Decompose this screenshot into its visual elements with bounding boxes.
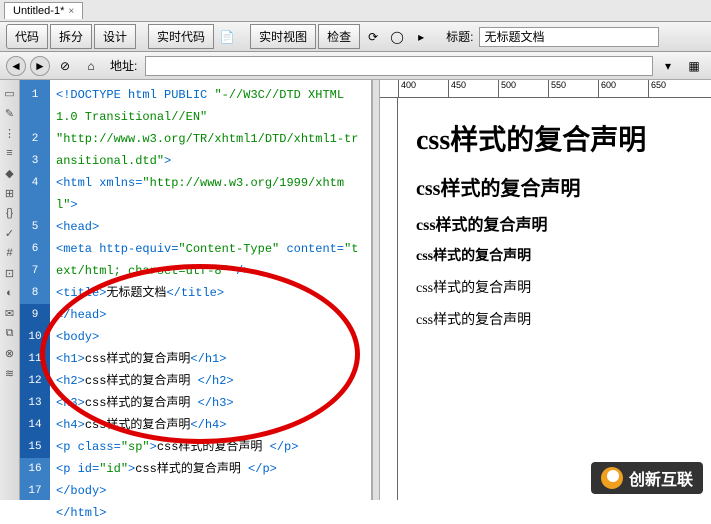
tool-icon[interactable]: ▭ <box>1 84 19 102</box>
document-tab[interactable]: Untitled-1* × <box>4 2 83 19</box>
tool-icon[interactable]: ✉ <box>1 304 19 322</box>
tool-icon[interactable]: ⧉ <box>1 324 19 342</box>
preview-h1: css样式的复合声明 <box>416 118 693 158</box>
main-split: ▭ ✎ ⋮ ≡ ◆ ⊞ {} ✓ # ⊡ ◐ ✉ ⧉ ⊗ ≋ 1 2 3 4 5… <box>0 80 711 500</box>
home-icon[interactable]: ⌂ <box>80 55 102 77</box>
watermark: 创新互联 <box>591 462 703 494</box>
grid-icon[interactable]: ▦ <box>683 55 705 77</box>
tool-icon[interactable]: ✓ <box>1 224 19 242</box>
address-toolbar: ◄ ► ⊘ ⌂ 地址: ▾ ▦ <box>0 52 711 80</box>
refresh-icon[interactable]: ⟳ <box>362 26 384 48</box>
code-pane[interactable]: 1 2 3 4 5 6 7 8 9 10 11 12 13 14 15 16 1… <box>20 80 372 500</box>
inspect-button[interactable]: 检查 <box>318 24 360 49</box>
tool-icon[interactable]: ⋮ <box>1 124 19 142</box>
tool-icon[interactable]: ◆ <box>1 164 19 182</box>
view-toolbar: 代码 拆分 设计 实时代码 📄 实时视图 检查 ⟳ ◯ ▸ 标题: <box>0 22 711 52</box>
preview-h4: css样式的复合声明 <box>416 245 693 265</box>
splitter[interactable] <box>372 80 380 500</box>
tool-icon[interactable]: # <box>1 244 19 262</box>
tool-icon[interactable]: {} <box>1 204 19 222</box>
preview-p2: css样式的复合声明 <box>416 309 693 329</box>
forward-icon[interactable]: ► <box>30 56 50 76</box>
tool-icon[interactable]: ⊡ <box>1 264 19 282</box>
preview-pane: 400 450 500 550 600 650 css样式的复合声明 css样式… <box>380 80 711 500</box>
address-label: 地址: <box>110 57 137 74</box>
code-view-button[interactable]: 代码 <box>6 24 48 49</box>
tool-icon[interactable]: ⊞ <box>1 184 19 202</box>
document-icon[interactable]: 📄 <box>216 26 238 48</box>
preview-h2: css样式的复合声明 <box>416 172 693 201</box>
ruler-horizontal: 400 450 500 550 600 650 <box>380 80 711 98</box>
line-gutter: 1 2 3 4 5 6 7 8 9 10 11 12 13 14 15 16 1… <box>20 80 50 500</box>
back-icon[interactable]: ◄ <box>6 56 26 76</box>
title-input[interactable] <box>479 27 659 47</box>
tool-icon[interactable]: ✎ <box>1 104 19 122</box>
tool-icon[interactable]: ⊗ <box>1 344 19 362</box>
preview-h3: css样式的复合声明 <box>416 211 693 235</box>
preview-body[interactable]: css样式的复合声明 css样式的复合声明 css样式的复合声明 css样式的复… <box>380 98 711 353</box>
split-view-button[interactable]: 拆分 <box>50 24 92 49</box>
realtime-code-button[interactable]: 实时代码 <box>148 24 214 49</box>
preview-p1: css样式的复合声明 <box>416 277 693 297</box>
watermark-logo-icon <box>601 467 623 489</box>
watermark-text: 创新互联 <box>629 466 693 490</box>
code-text[interactable]: <!DOCTYPE html PUBLIC "-//W3C//DTD XHTML… <box>50 80 371 500</box>
address-input[interactable] <box>145 56 653 76</box>
tab-label: Untitled-1* <box>13 5 64 17</box>
stop2-icon[interactable]: ⊘ <box>54 55 76 77</box>
design-view-button[interactable]: 设计 <box>94 24 136 49</box>
ruler-vertical <box>380 98 398 500</box>
code-tool-strip: ▭ ✎ ⋮ ≡ ◆ ⊞ {} ✓ # ⊡ ◐ ✉ ⧉ ⊗ ≋ <box>0 80 20 500</box>
nav-icon[interactable]: ▸ <box>410 26 432 48</box>
close-icon[interactable]: × <box>68 6 74 17</box>
tool-icon[interactable]: ≡ <box>1 144 19 162</box>
tab-bar: Untitled-1* × <box>0 0 711 22</box>
realtime-view-button[interactable]: 实时视图 <box>250 24 316 49</box>
tool-icon[interactable]: ≋ <box>1 364 19 382</box>
tool-icon[interactable]: ◐ <box>1 284 19 302</box>
title-label: 标题: <box>446 28 473 45</box>
dropdown-icon[interactable]: ▾ <box>657 55 679 77</box>
stop-icon[interactable]: ◯ <box>386 26 408 48</box>
